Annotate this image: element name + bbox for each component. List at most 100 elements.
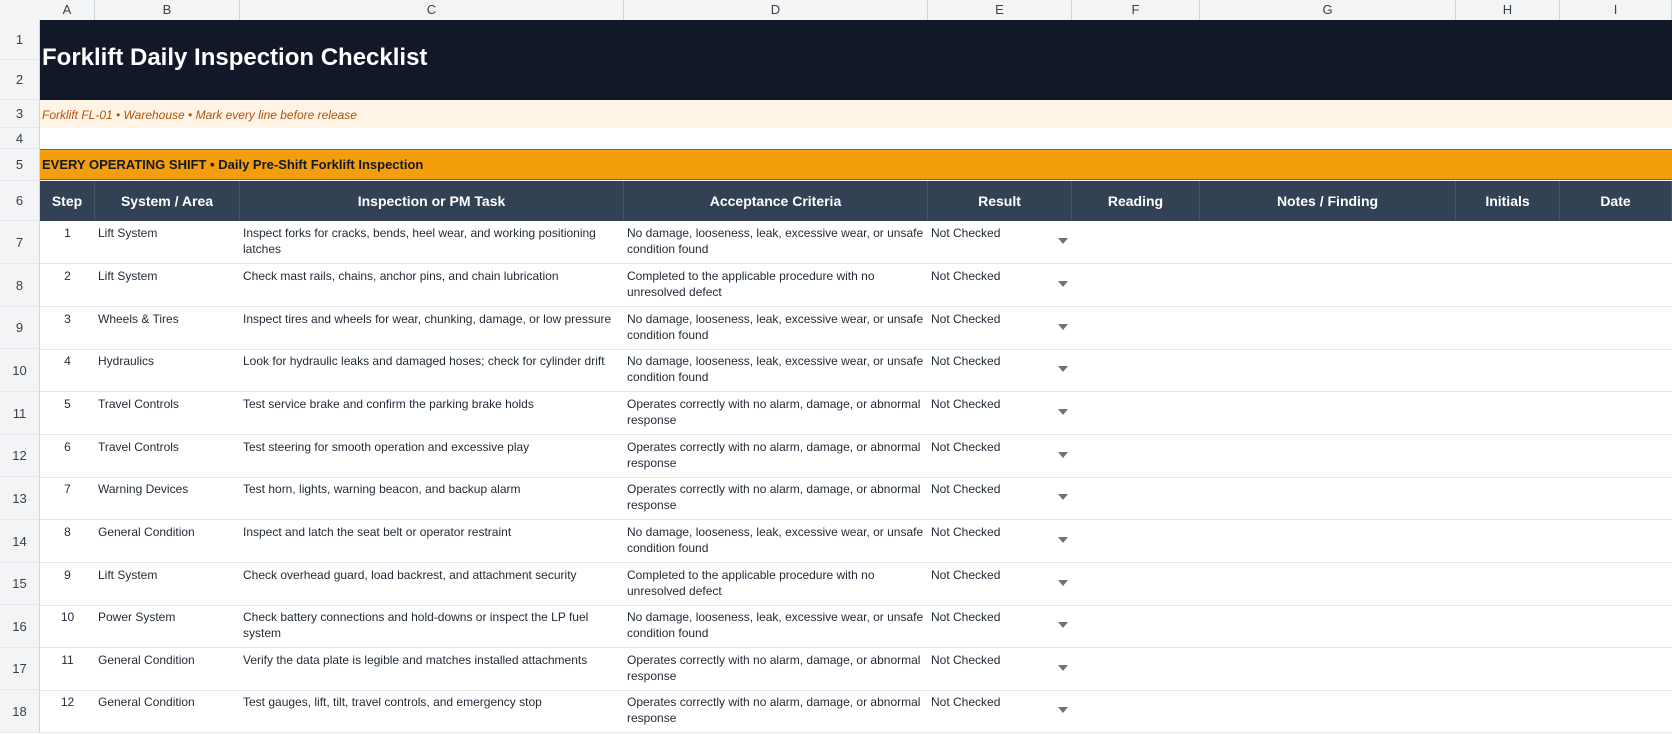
column-header-b[interactable]: B (95, 0, 240, 20)
cell-criteria[interactable]: No damage, looseness, leak, excessive we… (624, 349, 928, 391)
row-header-10[interactable]: 10 (0, 349, 40, 392)
header-notes-finding[interactable]: Notes / Finding (1200, 181, 1456, 221)
cell-date[interactable] (1560, 520, 1672, 562)
cell-reading[interactable] (1072, 392, 1200, 434)
cell-result[interactable]: Not Checked (928, 349, 1072, 391)
cell-step[interactable]: 3 (40, 307, 95, 349)
cell-reading[interactable] (1072, 648, 1200, 690)
cell-area[interactable]: Power System (95, 605, 240, 647)
cell-reading[interactable] (1072, 264, 1200, 306)
cell-reading[interactable] (1072, 349, 1200, 391)
header-result[interactable]: Result (928, 181, 1072, 221)
cell-initials[interactable] (1456, 392, 1560, 434)
cell-criteria[interactable]: No damage, looseness, leak, excessive we… (624, 520, 928, 562)
cell-criteria[interactable]: Completed to the applicable procedure wi… (624, 563, 928, 605)
cell-task[interactable]: Inspect tires and wheels for wear, chunk… (240, 307, 624, 349)
cell-result[interactable]: Not Checked (928, 392, 1072, 434)
result-dropdown-icon[interactable] (1058, 324, 1068, 330)
cell-area[interactable]: Travel Controls (95, 435, 240, 477)
cell-notes[interactable] (1200, 477, 1456, 519)
sheet-subtitle[interactable]: Forklift FL-01 • Warehouse • Mark every … (42, 108, 357, 122)
cell-date[interactable] (1560, 392, 1672, 434)
header-date[interactable]: Date (1560, 181, 1672, 221)
cell-initials[interactable] (1456, 264, 1560, 306)
row-header-7[interactable]: 7 (0, 221, 40, 264)
cell-reading[interactable] (1072, 563, 1200, 605)
cell-notes[interactable] (1200, 648, 1456, 690)
cell-criteria[interactable]: Operates correctly with no alarm, damage… (624, 690, 928, 732)
column-header-i[interactable]: I (1560, 0, 1672, 20)
cell-date[interactable] (1560, 221, 1672, 263)
row-header-4[interactable]: 4 (0, 128, 40, 149)
cell-step[interactable]: 1 (40, 221, 95, 263)
cell-notes[interactable] (1200, 435, 1456, 477)
header-inspection-or-pm-task[interactable]: Inspection or PM Task (240, 181, 624, 221)
result-dropdown-icon[interactable] (1058, 494, 1068, 500)
cell-step[interactable]: 11 (40, 648, 95, 690)
result-dropdown-icon[interactable] (1058, 537, 1068, 543)
row-header-17[interactable]: 17 (0, 648, 40, 690)
cell-result[interactable]: Not Checked (928, 605, 1072, 647)
result-dropdown-icon[interactable] (1058, 281, 1068, 287)
cell-initials[interactable] (1456, 605, 1560, 647)
row-header-3[interactable]: 3 (0, 100, 40, 128)
cell-area[interactable]: Lift System (95, 221, 240, 263)
cell-task[interactable]: Test service brake and confirm the parki… (240, 392, 624, 434)
result-dropdown-icon[interactable] (1058, 366, 1068, 372)
cell-area[interactable]: General Condition (95, 648, 240, 690)
cell-area[interactable]: Warning Devices (95, 477, 240, 519)
cell-task[interactable]: Inspect and latch the seat belt or opera… (240, 520, 624, 562)
cell-notes[interactable] (1200, 520, 1456, 562)
cell-step[interactable]: 8 (40, 520, 95, 562)
cell-date[interactable] (1560, 477, 1672, 519)
cell-notes[interactable] (1200, 392, 1456, 434)
cell-reading[interactable] (1072, 221, 1200, 263)
result-dropdown-icon[interactable] (1058, 452, 1068, 458)
cell-criteria[interactable]: Operates correctly with no alarm, damage… (624, 477, 928, 519)
cell-result[interactable]: Not Checked (928, 520, 1072, 562)
cell-notes[interactable] (1200, 221, 1456, 263)
column-header-h[interactable]: H (1456, 0, 1560, 20)
column-header-d[interactable]: D (624, 0, 928, 20)
cell-result[interactable]: Not Checked (928, 221, 1072, 263)
header-step[interactable]: Step (40, 181, 95, 221)
sheet-title[interactable]: Forklift Daily Inspection Checklist (42, 44, 427, 72)
cell-step[interactable]: 7 (40, 477, 95, 519)
cell-date[interactable] (1560, 307, 1672, 349)
cell-initials[interactable] (1456, 690, 1560, 732)
row-header-11[interactable]: 11 (0, 392, 40, 435)
cell-reading[interactable] (1072, 307, 1200, 349)
header-reading[interactable]: Reading (1072, 181, 1200, 221)
cell-notes[interactable] (1200, 563, 1456, 605)
cell-area[interactable]: Lift System (95, 264, 240, 306)
row-header-6[interactable]: 6 (0, 181, 40, 221)
row-header-12[interactable]: 12 (0, 435, 40, 477)
cell-area[interactable]: Travel Controls (95, 392, 240, 434)
cell-task[interactable]: Verify the data plate is legible and mat… (240, 648, 624, 690)
column-header-c[interactable]: C (240, 0, 624, 20)
cell-date[interactable] (1560, 563, 1672, 605)
cell-result[interactable]: Not Checked (928, 648, 1072, 690)
cell-criteria[interactable]: No damage, looseness, leak, excessive we… (624, 307, 928, 349)
row-header-1[interactable]: 1 (0, 20, 40, 60)
row-header-9[interactable]: 9 (0, 307, 40, 349)
cell-area[interactable]: General Condition (95, 690, 240, 732)
cell-result[interactable]: Not Checked (928, 435, 1072, 477)
row-header-15[interactable]: 15 (0, 563, 40, 605)
cell-result[interactable]: Not Checked (928, 264, 1072, 306)
cell-date[interactable] (1560, 605, 1672, 647)
row-header-2[interactable]: 2 (0, 60, 40, 100)
cell-date[interactable] (1560, 435, 1672, 477)
cell-date[interactable] (1560, 349, 1672, 391)
cell-criteria[interactable]: Operates correctly with no alarm, damage… (624, 392, 928, 434)
header-initials[interactable]: Initials (1456, 181, 1560, 221)
cell-area[interactable]: General Condition (95, 520, 240, 562)
cell-criteria[interactable]: Operates correctly with no alarm, damage… (624, 648, 928, 690)
column-header-g[interactable]: G (1200, 0, 1456, 20)
row-header-8[interactable]: 8 (0, 264, 40, 307)
cell-initials[interactable] (1456, 221, 1560, 263)
cell-task[interactable]: Check mast rails, chains, anchor pins, a… (240, 264, 624, 306)
cell-task[interactable]: Check overhead guard, load backrest, and… (240, 563, 624, 605)
column-header-f[interactable]: F (1072, 0, 1200, 20)
cell-criteria[interactable]: No damage, looseness, leak, excessive we… (624, 221, 928, 263)
